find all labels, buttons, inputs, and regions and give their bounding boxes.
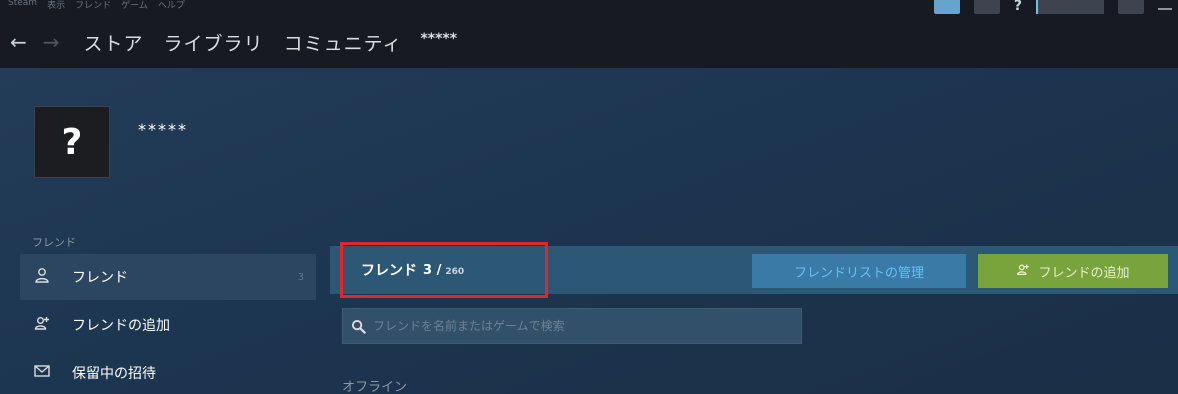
main-content: ? ***** フレンド フレンド 3 フレンドの追加 保留中の招待 フレンド …: [0, 68, 1178, 394]
person-icon: [32, 267, 52, 287]
add-person-icon: [1016, 263, 1030, 280]
friend-count-label: フレンド: [361, 263, 417, 279]
friend-count-badge: 3: [297, 271, 304, 283]
titlebar-controls: ?: [933, 0, 1172, 16]
friend-search-box[interactable]: [342, 308, 802, 344]
sidebar-item-friends[interactable]: フレンド 3: [20, 254, 316, 300]
add-friend-button-label: フレンドの追加: [1038, 265, 1130, 281]
forward-arrow-icon[interactable]: →: [43, 30, 60, 54]
sidebar-item-label: 保留中の招待: [72, 366, 156, 382]
nav-library[interactable]: ライブラリ: [164, 29, 264, 56]
friend-count-value: 3 /: [423, 262, 442, 278]
minimize-icon[interactable]: [1158, 8, 1172, 10]
nav-community[interactable]: コミュニティ: [284, 29, 403, 56]
sidebar-item-add-friend[interactable]: フレンドの追加: [20, 302, 316, 348]
nav-store[interactable]: ストア: [84, 29, 144, 56]
back-arrow-icon[interactable]: ←: [10, 30, 27, 54]
friend-count-total: 260: [445, 266, 465, 277]
sidebar-item-label: フレンド: [72, 270, 128, 286]
menu-help[interactable]: ヘルプ: [158, 0, 185, 11]
announcement-button[interactable]: [933, 0, 960, 14]
friend-count-highlight: フレンド 3 / 260: [340, 242, 548, 298]
add-person-icon: [32, 315, 52, 335]
menu-view[interactable]: 表示: [47, 0, 65, 11]
add-friend-button[interactable]: フレンドの追加: [978, 254, 1168, 288]
envelope-icon: [32, 364, 52, 382]
avatar[interactable]: ?: [34, 106, 110, 178]
menu-steam[interactable]: Steam: [8, 0, 37, 11]
profile-name[interactable]: *****: [138, 120, 188, 139]
search-icon: [349, 319, 367, 334]
sidebar-item-pending-invites[interactable]: 保留中の招待: [20, 350, 316, 394]
menu-strip: Steam 表示 フレンド ゲーム ヘルプ: [8, 0, 185, 11]
nav-bar: ← → ストア ライブラリ コミュニティ *****: [0, 16, 1178, 68]
section-header-offline: オフライン: [342, 380, 408, 394]
account-menu[interactable]: [1036, 0, 1104, 14]
sidebar-header: フレンド: [32, 236, 76, 249]
search-input[interactable]: [373, 319, 793, 333]
manage-friend-list-button[interactable]: フレンドリストの管理: [752, 254, 966, 288]
notification-button[interactable]: [973, 0, 1000, 14]
big-picture-button[interactable]: [1118, 0, 1144, 14]
nav-username[interactable]: *****: [420, 31, 457, 47]
menu-games[interactable]: ゲーム: [121, 0, 148, 11]
avatar-placeholder-glyph: ?: [61, 121, 83, 163]
title-bar: Steam 表示 フレンド ゲーム ヘルプ ?: [0, 0, 1178, 16]
help-icon[interactable]: ?: [1014, 0, 1022, 13]
menu-friends[interactable]: フレンド: [75, 0, 111, 11]
sidebar-item-label: フレンドの追加: [72, 318, 170, 334]
